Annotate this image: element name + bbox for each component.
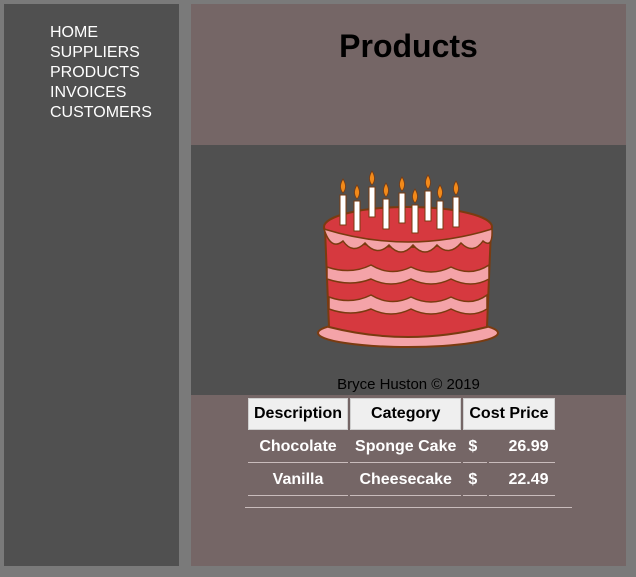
table-bottom-rule — [245, 507, 572, 508]
cell-description: Vanilla — [248, 465, 349, 496]
copyright-text: Bryce Huston © 2019 — [337, 376, 480, 393]
table-row: Vanilla Cheesecake $ 22.49 — [248, 465, 555, 496]
products-table: Description Category Cost Price Chocolat… — [246, 396, 557, 498]
table-row: Chocolate Sponge Cake $ 26.99 — [248, 432, 555, 463]
nav-invoices-link[interactable]: INVOICES — [50, 83, 152, 103]
col-category-header: Category — [350, 398, 462, 430]
page-title: Products — [339, 28, 478, 64]
nav-suppliers-link[interactable]: SUPPLIERS — [50, 43, 152, 63]
cell-price: 22.49 — [489, 465, 555, 496]
cell-currency: $ — [463, 465, 488, 496]
cell-price: 26.99 — [489, 432, 555, 463]
col-description-header: Description — [248, 398, 349, 430]
sidebar: HOME SUPPLIERS PRODUCTS INVOICES CUSTOME… — [4, 4, 179, 566]
cell-category: Cheesecake — [350, 465, 462, 496]
table-header-row: Description Category Cost Price — [248, 398, 555, 430]
nav-products-link[interactable]: PRODUCTS — [50, 63, 152, 83]
main-content: Products Bryce Huston © 2019 Description… — [191, 4, 626, 566]
nav-list: HOME SUPPLIERS PRODUCTS INVOICES CUSTOME… — [50, 23, 152, 123]
cell-description: Chocolate — [248, 432, 349, 463]
cell-currency: $ — [463, 432, 488, 463]
col-cost-price-header: Cost Price — [463, 398, 555, 430]
birthday-cake-icon — [317, 170, 499, 348]
banner: Bryce Huston © 2019 — [191, 145, 626, 395]
nav-home-link[interactable]: HOME — [50, 23, 152, 43]
nav-customers-link[interactable]: CUSTOMERS — [50, 103, 152, 123]
cell-category: Sponge Cake — [350, 432, 462, 463]
